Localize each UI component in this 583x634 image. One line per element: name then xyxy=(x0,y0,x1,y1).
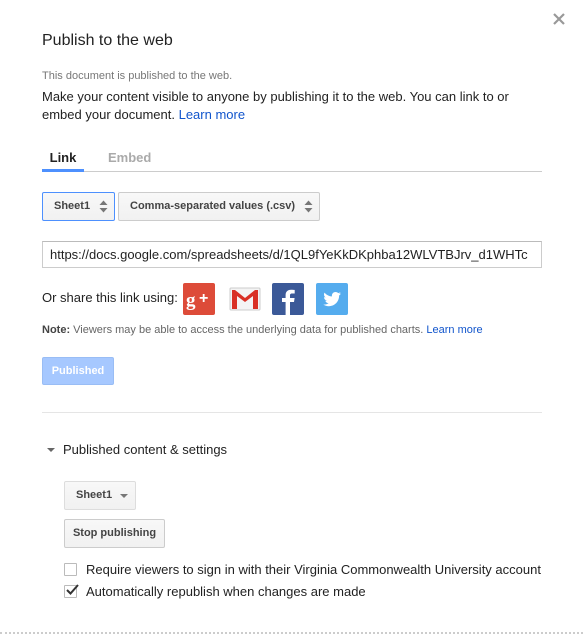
google-plus-icon[interactable]: g + xyxy=(183,283,215,315)
note-text: Note: Viewers may be able to access the … xyxy=(42,324,483,336)
require-signin-checkbox[interactable] xyxy=(64,563,77,576)
gmail-icon[interactable] xyxy=(229,283,261,315)
auto-republish-label: Automatically republish when changes are… xyxy=(86,584,366,599)
note-label: Note: xyxy=(42,324,71,336)
settings-sheet-value: Sheet1 xyxy=(76,489,113,501)
format-select[interactable]: Comma-separated values (.csv) xyxy=(118,192,321,221)
settings-sheet-dropdown[interactable]: Sheet1 xyxy=(64,481,136,510)
divider xyxy=(42,412,542,413)
close-icon[interactable] xyxy=(553,13,569,29)
description-text: Make your content visible to anyone by p… xyxy=(42,89,509,122)
stop-publishing-button[interactable]: Stop publishing xyxy=(64,519,165,548)
tab-bar: Link Embed xyxy=(42,148,542,172)
learn-more-link[interactable]: Learn more xyxy=(179,107,245,122)
settings-heading: Published content & settings xyxy=(63,442,228,457)
description: Make your content visible to anyone by p… xyxy=(42,88,542,124)
note-learn-more-link[interactable]: Learn more xyxy=(426,324,482,336)
sheet-select[interactable]: Sheet1 xyxy=(42,192,116,221)
tab-embed[interactable]: Embed xyxy=(108,150,151,172)
published-url-field[interactable]: https://docs.google.com/spreadsheets/d/1… xyxy=(42,241,542,268)
chevron-down-icon xyxy=(120,494,128,498)
tab-link[interactable]: Link xyxy=(42,150,84,172)
up-down-icon xyxy=(99,200,108,213)
twitter-icon[interactable] xyxy=(316,283,348,315)
triangle-down-icon xyxy=(47,447,55,452)
svg-text:g: g xyxy=(186,290,196,311)
published-settings-toggle[interactable]: Published content & settings xyxy=(47,442,227,457)
published-button[interactable]: Published xyxy=(42,357,114,385)
facebook-icon[interactable] xyxy=(272,283,304,315)
checkmark-icon xyxy=(66,584,79,595)
require-signin-label: Require viewers to sign in with their Vi… xyxy=(86,562,541,577)
sheet-select-value: Sheet1 xyxy=(54,200,91,212)
svg-text:+: + xyxy=(199,290,208,307)
format-select-value: Comma-separated values (.csv) xyxy=(130,200,296,212)
note-body: Viewers may be able to access the underl… xyxy=(70,324,424,336)
dialog-title: Publish to the web xyxy=(42,32,173,49)
share-label: Or share this link using: xyxy=(42,290,178,305)
publish-dialog: Publish to the web This document is publ… xyxy=(0,0,583,634)
up-down-icon xyxy=(304,200,313,213)
publish-status-text: This document is published to the web. xyxy=(42,70,233,82)
